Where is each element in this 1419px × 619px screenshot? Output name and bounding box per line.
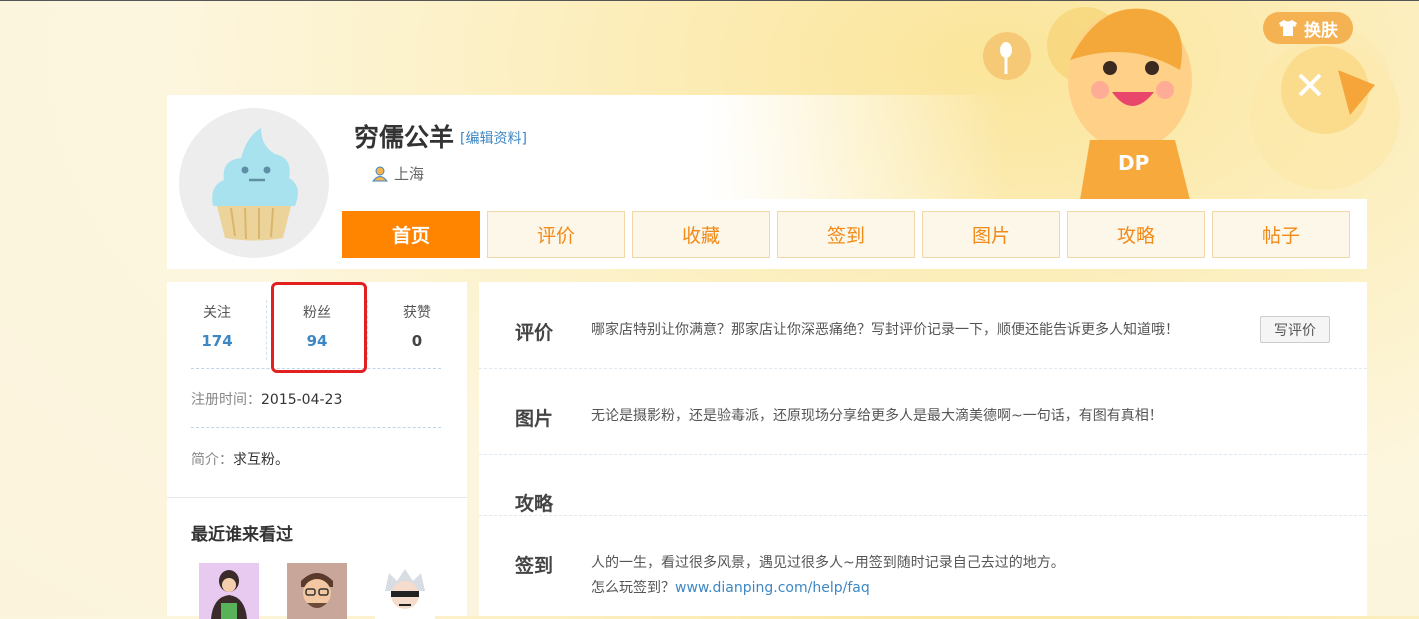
tshirt-icon	[1279, 20, 1297, 36]
main-content: 评价 哪家店特别让你满意？那家店让你深恶痛绝？写封评价记录一下，顺便还能告诉更多…	[479, 282, 1367, 616]
divider	[191, 427, 441, 428]
section-desc-checkin: 人的一生，看过很多风景，遇见过很多人~用签到随时记录自己去过的地方。 怎么玩签到…	[591, 551, 1065, 601]
visitor-avatar-image	[375, 563, 435, 619]
registration-value: 2015-04-23	[261, 392, 343, 408]
stat-likes-label: 获赞	[403, 305, 431, 321]
checkin-faq-prefix: 怎么玩签到？	[591, 580, 675, 596]
stat-following-label: 关注	[203, 305, 231, 321]
divider	[479, 368, 1367, 369]
divider	[479, 454, 1367, 455]
microphone-decoration	[983, 32, 1031, 80]
tab-favorites[interactable]: 收藏	[632, 211, 770, 258]
bio-value: 求互粉。	[233, 452, 289, 468]
visitor-avatar[interactable]	[287, 563, 347, 619]
write-review-button[interactable]: 写评价	[1260, 316, 1330, 343]
faq-link[interactable]: www.dianping.com/help/faq	[675, 580, 870, 596]
avatar[interactable]	[179, 108, 329, 258]
bio-label: 简介：	[191, 452, 233, 468]
tab-reviews[interactable]: 评价	[487, 211, 625, 258]
tab-guides[interactable]: 攻略	[1067, 211, 1205, 258]
bio: 简介：求互粉。	[191, 449, 289, 469]
section-title-guides: 攻略	[515, 493, 554, 515]
user-location-icon	[372, 166, 388, 181]
change-skin-button[interactable]: 换肤	[1263, 12, 1353, 44]
section-title-photos: 图片	[515, 408, 554, 430]
fans-highlight-annotation	[271, 282, 367, 373]
location: 上海	[372, 163, 424, 184]
stat-likes: 获赞 0	[367, 302, 467, 350]
divider	[167, 497, 467, 498]
checkin-desc-text: 人的一生，看过很多风景，遇见过很多人~用签到随时记录自己去过的地方。	[591, 555, 1065, 571]
stat-following[interactable]: 关注 174	[167, 302, 267, 350]
registration-date: 注册时间：2015-04-23	[191, 389, 342, 409]
cupcake-icon	[212, 128, 298, 241]
recent-visitors-title: 最近谁来看过	[191, 525, 293, 545]
edit-profile-link[interactable]: [编辑资料]	[460, 128, 527, 148]
visitor-avatar[interactable]	[375, 563, 435, 619]
section-title-checkin: 签到	[515, 555, 554, 577]
stat-likes-value: 0	[411, 332, 423, 350]
tab-posts[interactable]: 帖子	[1212, 211, 1350, 258]
tab-photos[interactable]: 图片	[922, 211, 1060, 258]
location-text: 上海	[394, 165, 425, 183]
checkin-faq-line: 怎么玩签到？www.dianping.com/help/faq	[591, 576, 1065, 601]
change-skin-label: 换肤	[1304, 20, 1338, 41]
visitor-avatar-image	[287, 563, 347, 619]
tab-checkin[interactable]: 签到	[777, 211, 915, 258]
stat-following-value[interactable]: 174	[167, 332, 267, 350]
section-title-reviews: 评价	[515, 322, 554, 344]
page-title: 穷儒公羊	[354, 123, 455, 152]
section-desc-photos: 无论是摄影粉，还是验毒派，还原现场分享给更多人是最大滴美德啊~一句话，有图有真相…	[591, 408, 1163, 424]
registration-label: 注册时间：	[191, 392, 261, 408]
tab-home[interactable]: 首页	[342, 211, 480, 258]
visitor-avatar-image	[199, 563, 259, 619]
section-desc-reviews: 哪家店特别让你满意？那家店让你深恶痛绝？写封评价记录一下，顺便还能告诉更多人知道…	[591, 322, 1179, 338]
visitor-avatar[interactable]	[199, 563, 259, 619]
divider	[479, 515, 1367, 516]
